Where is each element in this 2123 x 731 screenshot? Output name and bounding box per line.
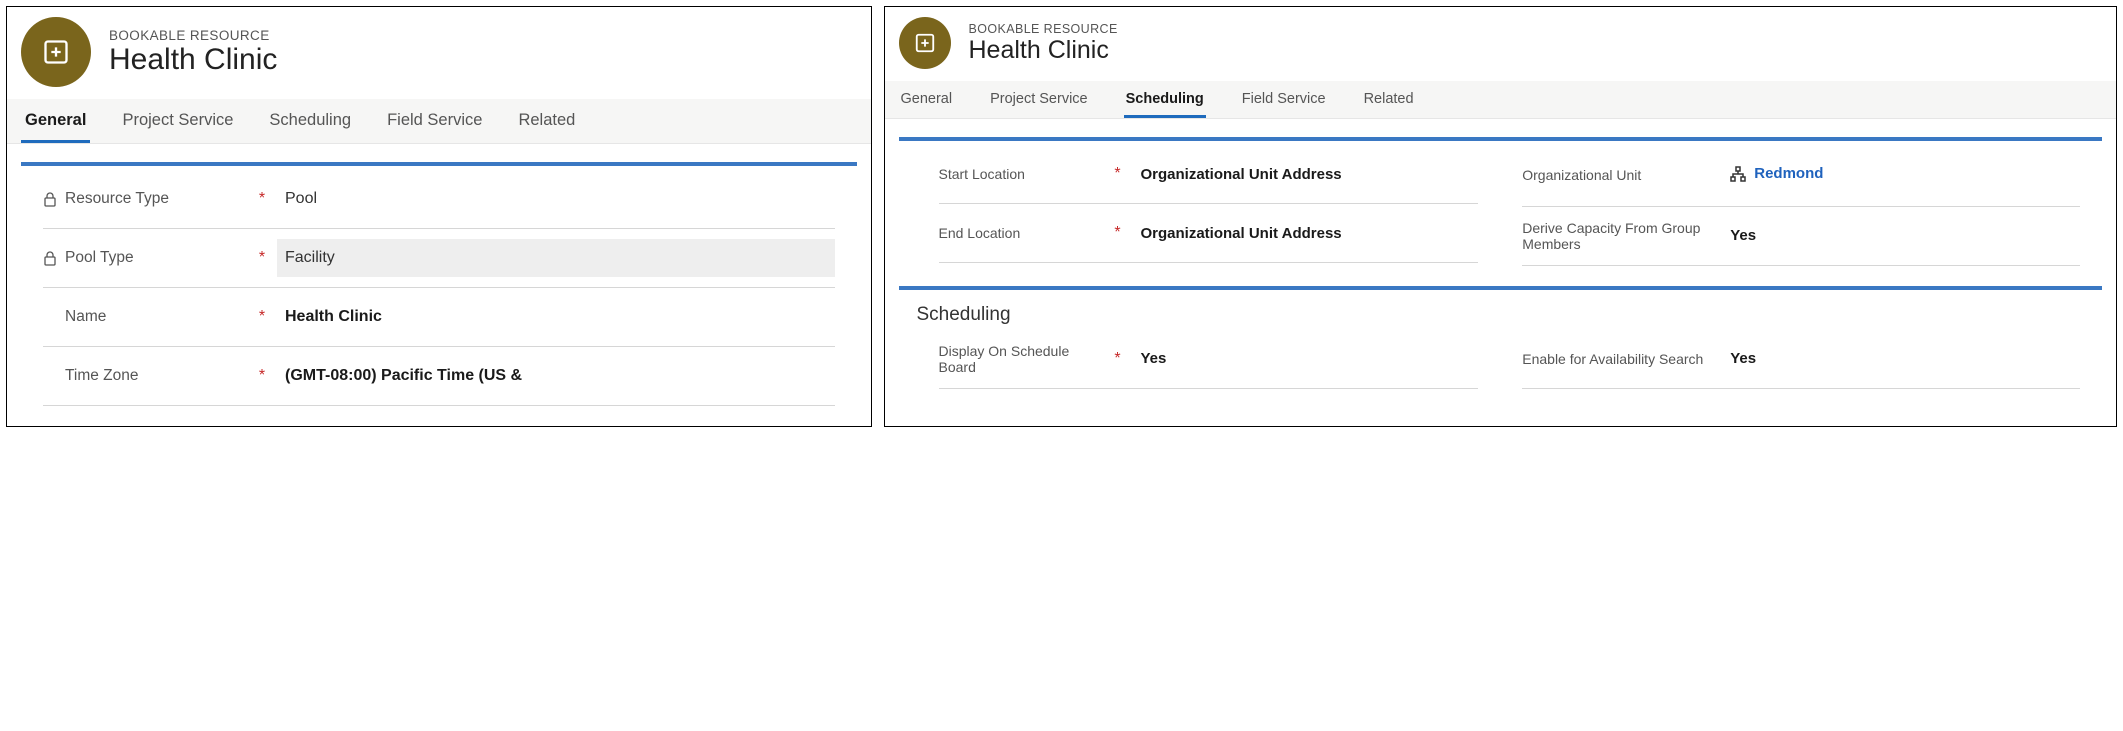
tab-general[interactable]: General (899, 81, 955, 118)
tab-project-service[interactable]: Project Service (988, 81, 1090, 118)
record-title: Health Clinic (969, 36, 1118, 65)
end-location-label: End Location (939, 225, 1021, 241)
record-header: BOOKABLE RESOURCE Health Clinic (7, 7, 871, 93)
scheduling-col-left: Display On Schedule Board * Yes (899, 330, 1501, 389)
required-marker: * (253, 367, 271, 385)
record-title: Health Clinic (109, 43, 277, 77)
entity-avatar (899, 17, 951, 69)
end-location-value: Organizational Unit Address (1133, 215, 1479, 252)
required-marker: * (1109, 224, 1127, 242)
resource-type-label: Resource Type (65, 190, 169, 208)
entity-icon (42, 38, 70, 66)
tab-related[interactable]: Related (514, 99, 579, 143)
org-unit-value: Redmond (1754, 165, 1823, 182)
name-value: Health Clinic (277, 298, 835, 336)
general-section: Resource Type * Pool Pool Type * Facilit… (21, 162, 857, 406)
tab-related[interactable]: Related (1362, 81, 1416, 118)
panel-general: BOOKABLE RESOURCE Health Clinic General … (6, 6, 872, 427)
tab-field-service[interactable]: Field Service (1240, 81, 1328, 118)
entity-avatar (21, 17, 91, 87)
tab-project-service[interactable]: Project Service (118, 99, 237, 143)
display-on-board-value: Yes (1133, 340, 1479, 377)
field-enable-availability-search[interactable]: Enable for Availability Search Yes (1500, 330, 2102, 388)
field-organizational-unit[interactable]: Organizational Unit Redmond (1500, 145, 2102, 206)
entity-icon (914, 32, 936, 54)
org-chart-icon (1730, 166, 1746, 182)
field-divider (43, 405, 835, 406)
scheduling-columns: Display On Schedule Board * Yes Enable f… (899, 330, 2103, 389)
start-location-label: Start Location (939, 166, 1025, 182)
required-marker: * (253, 190, 271, 208)
field-divider (1522, 388, 2080, 389)
tab-general[interactable]: General (21, 99, 90, 143)
entity-type-label: BOOKABLE RESOURCE (109, 28, 277, 43)
tabs-bar: General Project Service Scheduling Field… (885, 81, 2117, 119)
location-columns: Start Location * Organizational Unit Add… (899, 145, 2103, 266)
location-col-right: Organizational Unit Redmond (1500, 145, 2102, 266)
tabs-bar: General Project Service Scheduling Field… (7, 99, 871, 144)
location-col-left: Start Location * Organizational Unit Add… (899, 145, 1501, 266)
record-header: BOOKABLE RESOURCE Health Clinic (885, 7, 2117, 75)
scheduling-section-title: Scheduling (899, 294, 2103, 330)
scheduling-section: Scheduling Display On Schedule Board * Y… (899, 286, 2103, 389)
name-label: Name (65, 308, 106, 326)
resource-type-value: Pool (277, 180, 835, 218)
record-titles: BOOKABLE RESOURCE Health Clinic (969, 22, 1118, 65)
field-derive-capacity[interactable]: Derive Capacity From Group Members Yes (1500, 207, 2102, 265)
enable-avail-label: Enable for Availability Search (1522, 351, 1703, 367)
time-zone-value: (GMT-08:00) Pacific Time (US & (277, 357, 835, 395)
pool-type-value: Facility (277, 239, 835, 277)
time-zone-label: Time Zone (65, 367, 139, 385)
lock-icon (43, 191, 57, 207)
scheduling-col-right: Enable for Availability Search Yes (1500, 330, 2102, 389)
location-section: Start Location * Organizational Unit Add… (899, 137, 2103, 266)
enable-avail-value: Yes (1722, 340, 2080, 377)
field-display-on-schedule-board[interactable]: Display On Schedule Board * Yes (899, 330, 1501, 388)
tab-scheduling[interactable]: Scheduling (1124, 81, 1206, 118)
field-start-location[interactable]: Start Location * Organizational Unit Add… (899, 145, 1501, 203)
derive-capacity-label: Derive Capacity From Group Members (1522, 220, 1722, 252)
pool-type-label: Pool Type (65, 249, 134, 267)
field-resource-type[interactable]: Resource Type * Pool (21, 170, 857, 228)
tab-field-service[interactable]: Field Service (383, 99, 486, 143)
panel-scheduling: BOOKABLE RESOURCE Health Clinic General … (884, 6, 2118, 427)
tab-scheduling[interactable]: Scheduling (265, 99, 355, 143)
field-divider (939, 388, 1479, 389)
field-pool-type[interactable]: Pool Type * Facility (21, 229, 857, 287)
field-divider (1522, 265, 2080, 266)
required-marker: * (253, 249, 271, 267)
entity-type-label: BOOKABLE RESOURCE (969, 22, 1118, 36)
derive-capacity-value: Yes (1722, 217, 2080, 254)
required-marker: * (1109, 165, 1127, 183)
org-unit-link[interactable]: Redmond (1730, 165, 1823, 182)
field-time-zone[interactable]: Time Zone * (GMT-08:00) Pacific Time (US… (21, 347, 857, 405)
field-end-location[interactable]: End Location * Organizational Unit Addre… (899, 204, 1501, 262)
field-divider (939, 262, 1479, 263)
org-unit-label: Organizational Unit (1522, 167, 1641, 183)
display-on-board-label: Display On Schedule Board (939, 343, 1109, 375)
lock-icon (43, 250, 57, 266)
field-name[interactable]: Name * Health Clinic (21, 288, 857, 346)
record-titles: BOOKABLE RESOURCE Health Clinic (109, 28, 277, 77)
required-marker: * (1109, 350, 1127, 368)
required-marker: * (253, 308, 271, 326)
start-location-value: Organizational Unit Address (1133, 156, 1479, 193)
